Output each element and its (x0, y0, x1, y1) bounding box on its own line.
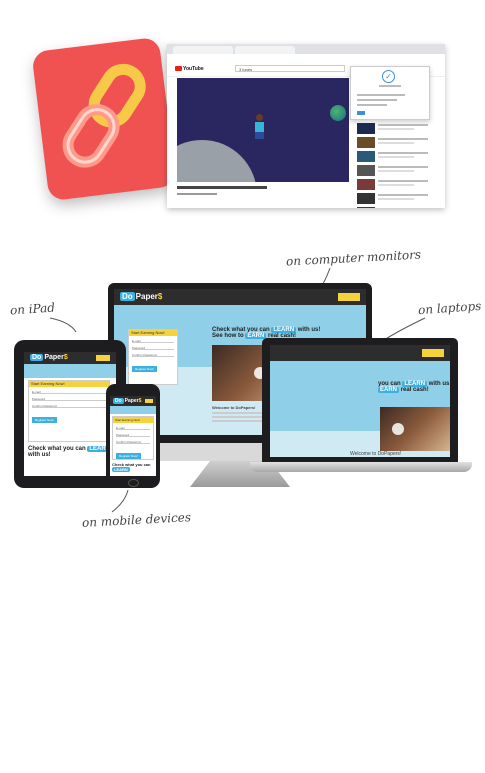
headline: Check what you can LEARN with us! (28, 446, 113, 458)
welcome-heading: Welcome to DoPapers! (212, 405, 256, 410)
site-header (270, 345, 450, 361)
email-field[interactable]: E-mail (132, 339, 174, 343)
register-button[interactable]: Register Now! (32, 417, 57, 423)
welcome-heading: Welcome to DoPapers! (350, 451, 402, 457)
header-button[interactable] (422, 349, 444, 357)
site-logo[interactable]: Do Paper$ (113, 398, 141, 404)
site-header: Do Paper$ (24, 352, 116, 364)
register-button[interactable]: Register Now! (116, 453, 141, 459)
form-title: Start Earning Now! (113, 417, 153, 423)
signup-form: Start Earning Now! E-mail Password Confi… (112, 416, 154, 460)
headline: you can LEARN with us! EARN real cash! (378, 381, 450, 393)
form-title: Start Earning Now! (129, 330, 177, 336)
email-field[interactable]: E-mail (32, 390, 106, 394)
mobile-phone: Do Paper$ Start Earning Now! E-mail Passw… (106, 384, 160, 488)
laptop-base (250, 462, 472, 472)
signup-form: Start Earning Now! E-mail Password Confi… (128, 329, 178, 385)
register-button[interactable]: Register Now! (132, 366, 157, 372)
site-logo[interactable]: Do Paper$ (30, 354, 68, 361)
phone-screen: Do Paper$ Start Earning Now! E-mail Passw… (110, 396, 156, 476)
header-button[interactable] (96, 355, 110, 361)
site-header: Do Paper$ (114, 289, 366, 305)
header-button[interactable] (145, 399, 153, 403)
laptop: you can LEARN with us! EARN real cash! W… (262, 338, 458, 462)
play-icon[interactable] (392, 423, 404, 435)
site-logo[interactable]: Do Paper$ (120, 292, 162, 301)
ipad-screen: Do Paper$ Start Earning Now! E-mail Passw… (24, 352, 116, 476)
form-title: Start Earning Now! (29, 381, 109, 387)
site-banner (110, 406, 156, 414)
hero-photo (380, 407, 450, 451)
confirm-password-field[interactable]: Confirm Password (132, 353, 174, 357)
header-button[interactable] (338, 293, 360, 301)
password-field[interactable]: Password (116, 433, 150, 437)
laptop-screen: you can LEARN with us! EARN real cash! W… (270, 345, 450, 457)
confirm-password-field[interactable]: Confirm Password (116, 440, 150, 444)
password-field[interactable]: Password (132, 346, 174, 350)
email-field[interactable]: E-mail (116, 426, 150, 430)
signup-form: Start Earning Now! E-mail Password Confi… (28, 380, 110, 442)
headline: Check what you can LEARN (112, 462, 151, 472)
confirm-password-field[interactable]: Confirm Password (32, 404, 106, 408)
site-header: Do Paper$ (110, 396, 156, 406)
site-banner (24, 364, 116, 378)
password-field[interactable]: Password (32, 397, 106, 401)
home-button (128, 479, 139, 487)
